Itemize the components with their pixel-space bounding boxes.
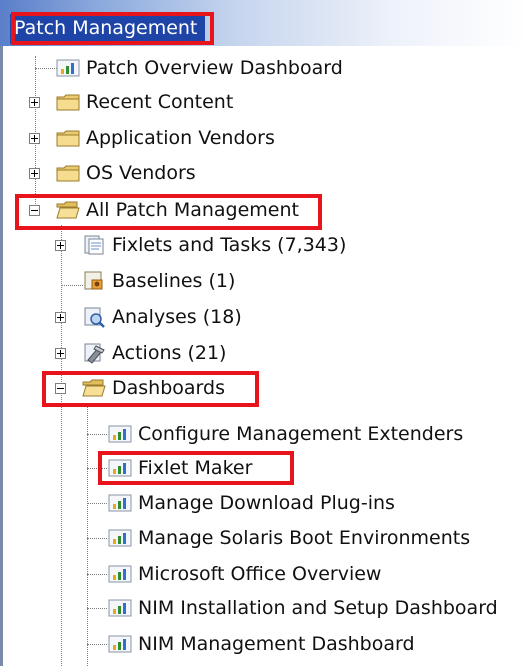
tree-item-os-vendors[interactable]: OS Vendors [56, 159, 196, 187]
tree-item-fixlets-and-tasks[interactable]: Fixlets and Tasks (7,343) [82, 231, 346, 259]
tree-item-label: NIM Management Dashboard [138, 633, 415, 655]
tree-guide-line [87, 503, 107, 504]
tree-item-label: Manage Solaris Boot Environments [138, 527, 471, 549]
tree-guide-line [87, 644, 107, 645]
expand-toggle-recent-content[interactable] [29, 97, 40, 108]
expand-toggle-application-vendors[interactable] [29, 133, 40, 144]
dashboard-icon [108, 597, 132, 619]
folder-icon [56, 127, 80, 149]
fixlets-icon [82, 234, 106, 256]
expand-toggle-actions[interactable] [55, 348, 66, 359]
tree-item-nim-management-dashboard[interactable]: NIM Management Dashboard [108, 630, 415, 658]
tree-item-all-patch-management[interactable]: All Patch Management [56, 196, 299, 224]
tree-item-label: Baselines (1) [112, 270, 236, 292]
tree-item-label: All Patch Management [86, 199, 299, 221]
tree-item-label: Patch Overview Dashboard [86, 57, 343, 79]
tree-item-recent-content[interactable]: Recent Content [56, 88, 233, 116]
baseline-icon [82, 270, 106, 292]
folder-open-icon [82, 377, 106, 399]
dashboard-icon [108, 527, 132, 549]
tree-item-actions[interactable]: Actions (21) [82, 339, 226, 367]
panel-header: Patch Management [0, 0, 527, 46]
tree-item-label: Recent Content [86, 91, 234, 113]
dashboard-icon [108, 492, 132, 514]
tree-item-label: Fixlets and Tasks (7,343) [112, 234, 347, 256]
folder-icon [56, 91, 80, 113]
tree-item-dashboards[interactable]: Dashboards [82, 374, 225, 402]
tree-item-microsoft-office-overview[interactable]: Microsoft Office Overview [108, 560, 381, 588]
panel-title[interactable]: Patch Management [10, 14, 206, 44]
tree-item-label: Application Vendors [86, 127, 275, 149]
collapse-toggle-all-patch-management[interactable] [29, 205, 40, 216]
dashboard-icon [108, 423, 132, 445]
tree-guide-line [87, 434, 107, 435]
tree-item-analyses[interactable]: Analyses (18) [82, 303, 242, 331]
tree-guide-line [87, 403, 88, 666]
tree-item-label: Analyses (18) [112, 306, 242, 328]
tree-item-configure-management-extenders[interactable]: Configure Management Extenders [108, 420, 463, 448]
expand-toggle-analyses[interactable] [55, 312, 66, 323]
panel-left-border [0, 46, 3, 666]
dashboard-icon [108, 457, 132, 479]
tree-guide-line [87, 574, 107, 575]
tree-item-manage-solaris-boot-environments[interactable]: Manage Solaris Boot Environments [108, 524, 470, 552]
action-icon [82, 342, 106, 364]
tree-item-manage-download-plug-ins[interactable]: Manage Download Plug-ins [108, 489, 395, 517]
dashboard-icon [108, 563, 132, 585]
tree-item-label: Fixlet Maker [138, 457, 253, 479]
tree-guide-line [61, 285, 83, 286]
analysis-icon [82, 306, 106, 328]
dashboard-icon [56, 57, 80, 79]
tree-item-label: NIM Installation and Setup Dashboard [138, 597, 498, 619]
collapse-toggle-dashboards[interactable] [55, 383, 66, 394]
folder-icon [56, 162, 80, 184]
patch-management-tree: Patch Management Patch Overview Dashboar… [0, 0, 527, 666]
tree-item-label: Actions (21) [112, 342, 227, 364]
tree-item-patch-overview-dashboard[interactable]: Patch Overview Dashboard [56, 54, 343, 82]
tree-item-label: Dashboards [112, 377, 225, 399]
tree-item-application-vendors[interactable]: Application Vendors [56, 124, 275, 152]
tree-item-label: Configure Management Extenders [138, 423, 464, 445]
tree-guide-line [35, 68, 57, 69]
tree-item-label: Microsoft Office Overview [138, 563, 382, 585]
tree-item-label: OS Vendors [86, 162, 196, 184]
folder-open-icon [56, 199, 80, 221]
expand-toggle-fixlets-and-tasks[interactable] [55, 240, 66, 251]
expand-toggle-os-vendors[interactable] [29, 168, 40, 179]
tree-item-baselines[interactable]: Baselines (1) [82, 267, 235, 295]
tree-guide-line [61, 225, 62, 666]
tree-item-label: Manage Download Plug-ins [138, 492, 395, 514]
tree-guide-line [87, 468, 107, 469]
dashboard-icon [108, 633, 132, 655]
tree-item-fixlet-maker[interactable]: Fixlet Maker [108, 454, 252, 482]
tree-item-nim-installation-and-setup-dashboard[interactable]: NIM Installation and Setup Dashboard [108, 594, 498, 622]
tree-guide-line [87, 538, 107, 539]
tree-guide-line [87, 608, 107, 609]
